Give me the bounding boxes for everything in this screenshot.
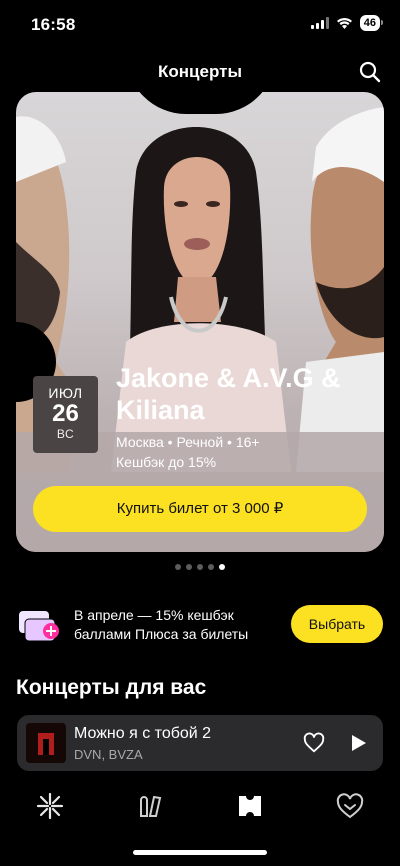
tab-favorites[interactable] bbox=[336, 792, 364, 820]
status-bar: 16:58 46 bbox=[0, 0, 400, 48]
date-weekday: ВС bbox=[56, 427, 75, 441]
carousel-indicator bbox=[0, 564, 400, 570]
carousel-dot[interactable] bbox=[197, 564, 203, 570]
date-day: 26 bbox=[52, 400, 79, 427]
signal-icon bbox=[310, 17, 329, 29]
search-button[interactable] bbox=[358, 60, 382, 84]
date-month: ИЮЛ bbox=[48, 385, 83, 401]
carousel-dot[interactable] bbox=[186, 564, 192, 570]
page-title: Концерты bbox=[158, 62, 242, 81]
ticket-icon bbox=[239, 796, 261, 816]
play-button[interactable] bbox=[348, 733, 368, 753]
status-icons: 46 bbox=[310, 15, 384, 31]
event-cashback: Кешбэк до 15% bbox=[116, 454, 217, 470]
section-title: Концерты для вас bbox=[16, 676, 207, 699]
cover-art-icon bbox=[26, 723, 66, 763]
heart-icon bbox=[303, 732, 325, 753]
event-title: Jakone & A.V.G & Kiliana bbox=[116, 363, 341, 425]
track-cover bbox=[26, 723, 66, 763]
heart-icon bbox=[336, 793, 364, 819]
carousel-dot[interactable] bbox=[208, 564, 214, 570]
battery-indicator: 46 bbox=[359, 15, 384, 31]
tab-collection[interactable] bbox=[136, 792, 164, 820]
event-meta: Москва • Речной • 16+ Кешбэк до 15% bbox=[116, 432, 260, 472]
carousel-dot[interactable] bbox=[175, 564, 181, 570]
library-icon bbox=[140, 795, 162, 817]
sparkle-icon bbox=[36, 792, 64, 820]
tab-concerts[interactable] bbox=[236, 792, 264, 820]
promo-line-1: В апреле — 15% кешбэк bbox=[74, 607, 234, 623]
search-icon bbox=[359, 61, 381, 83]
wifi-icon bbox=[336, 18, 352, 29]
like-button[interactable] bbox=[303, 732, 325, 754]
promo-line-2: баллами Плюса за билеты bbox=[74, 626, 249, 642]
promo-text: В апреле — 15% кешбэк баллами Плюса за б… bbox=[74, 606, 284, 644]
mini-player[interactable]: Можно я с тобой 2 DVN, BVZA bbox=[17, 715, 383, 771]
plus-card-icon bbox=[19, 611, 59, 642]
track-artist: DVN, BVZA bbox=[74, 747, 143, 762]
event-location: Москва • Речной • 16+ bbox=[116, 434, 260, 450]
choose-button[interactable]: Выбрать bbox=[291, 605, 383, 643]
status-time: 16:58 bbox=[31, 15, 76, 34]
track-title: Можно я с тобой 2 bbox=[74, 725, 212, 742]
buy-ticket-button[interactable]: Купить билет от 3 000 ₽ bbox=[33, 486, 367, 532]
tab-home[interactable] bbox=[36, 792, 64, 820]
concert-artists-photo bbox=[16, 107, 384, 552]
concert-hero-card[interactable]: ИЮЛ 26 ВС Jakone & A.V.G & Kiliana Москв… bbox=[16, 92, 384, 552]
home-indicator[interactable] bbox=[133, 850, 267, 855]
play-icon bbox=[352, 735, 366, 751]
carousel-dot-active[interactable] bbox=[219, 564, 225, 570]
date-badge: ИЮЛ 26 ВС bbox=[33, 376, 98, 453]
